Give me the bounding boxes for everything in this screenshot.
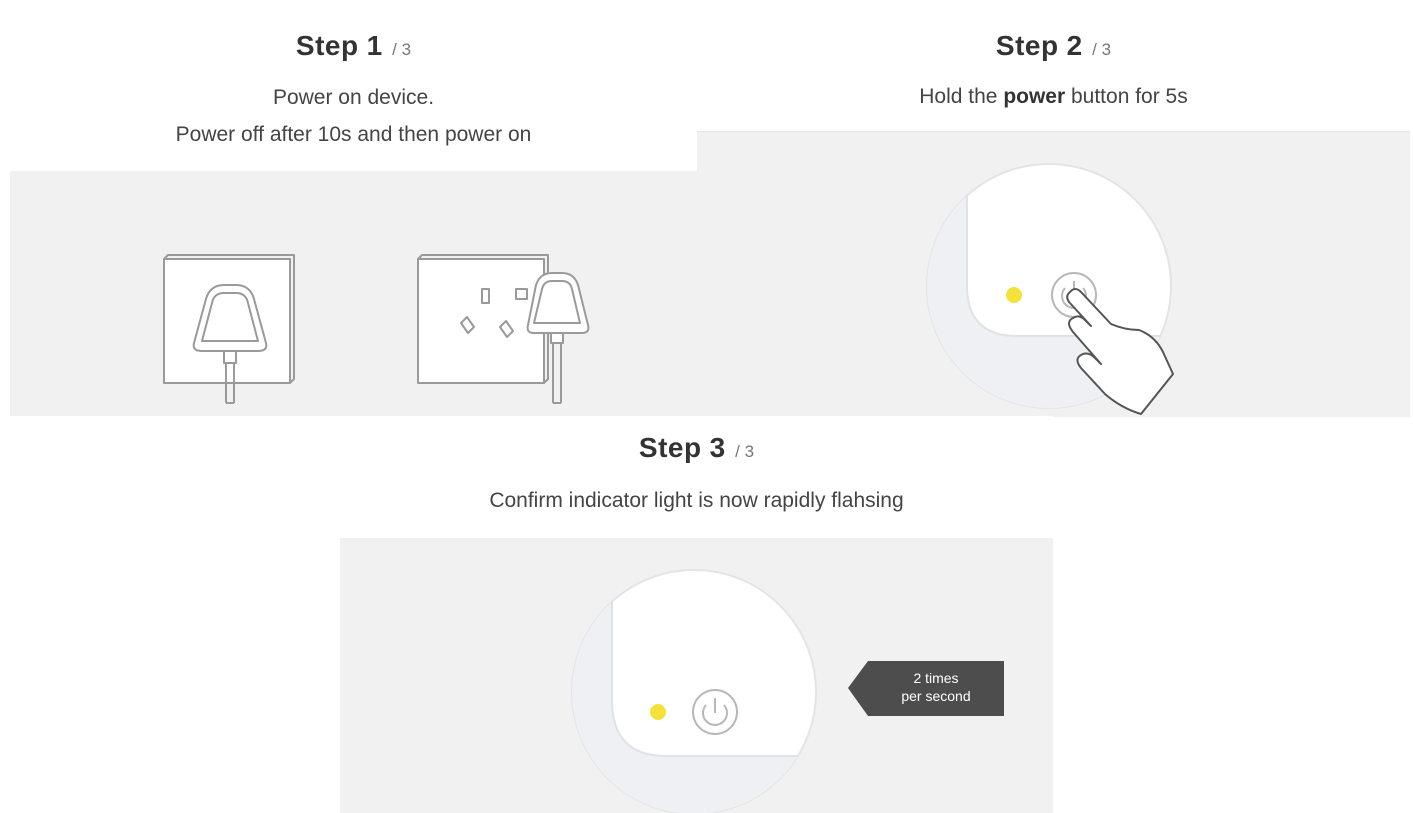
callout-text: 2 times per second xyxy=(868,661,1004,716)
step-total: / 3 xyxy=(392,40,412,59)
step-1-title: Step 1 / 3 xyxy=(10,32,697,60)
arrow-callout-icon xyxy=(848,661,868,716)
callout-line-1: 2 times xyxy=(913,670,959,686)
step-total: / 3 xyxy=(735,442,755,461)
step-1-line-1: Power on device. xyxy=(272,86,435,109)
step-2-desc-post: button for 5s xyxy=(1065,85,1188,108)
step-1-line-2: Power off after 10s and then power on xyxy=(175,123,532,146)
step-2-illustration-panel xyxy=(697,131,1410,417)
indicator-light-icon xyxy=(1006,287,1022,303)
step-number: 2 xyxy=(1066,30,1083,61)
step-3-title: Step 3 / 3 xyxy=(340,434,1053,462)
step-word: Step xyxy=(995,30,1059,61)
step-2-title: Step 2 / 3 xyxy=(697,32,1410,60)
step-2-card: Step 2 / 3 Hold the power button for 5s xyxy=(697,5,1410,417)
step-word: Step xyxy=(638,432,702,463)
step-2-desc-pre: Hold the xyxy=(919,85,1004,108)
indicator-light-icon xyxy=(650,704,666,720)
callout-line-2: per second xyxy=(901,688,971,704)
step-number: 1 xyxy=(366,30,383,61)
step-1-card: Step 1 / 3 Power on device. Power off afte… xyxy=(10,8,697,416)
step-3-card: Step 3 / 3 Confirm indicator light is now … xyxy=(340,416,1053,813)
device-closeup-illustration xyxy=(926,163,1174,415)
device-closeup-illustration xyxy=(571,569,817,813)
step-total: / 3 xyxy=(1092,40,1112,59)
flash-rate-callout: 2 times per second xyxy=(848,661,1004,716)
step-2-desc-emphasis: power xyxy=(1003,85,1066,108)
step-number: 3 xyxy=(709,432,726,463)
plug-in-socket-icon xyxy=(163,254,295,404)
step-3-illustration-panel: 2 times per second xyxy=(340,538,1053,813)
step-1-illustration-panel xyxy=(10,171,697,416)
step-word: Step xyxy=(295,30,359,61)
step-2-description: Hold the power button for 5s xyxy=(697,86,1410,107)
plug-out-socket-icon xyxy=(417,254,590,404)
step-3-description: Confirm indicator light is now rapidly f… xyxy=(489,489,904,512)
